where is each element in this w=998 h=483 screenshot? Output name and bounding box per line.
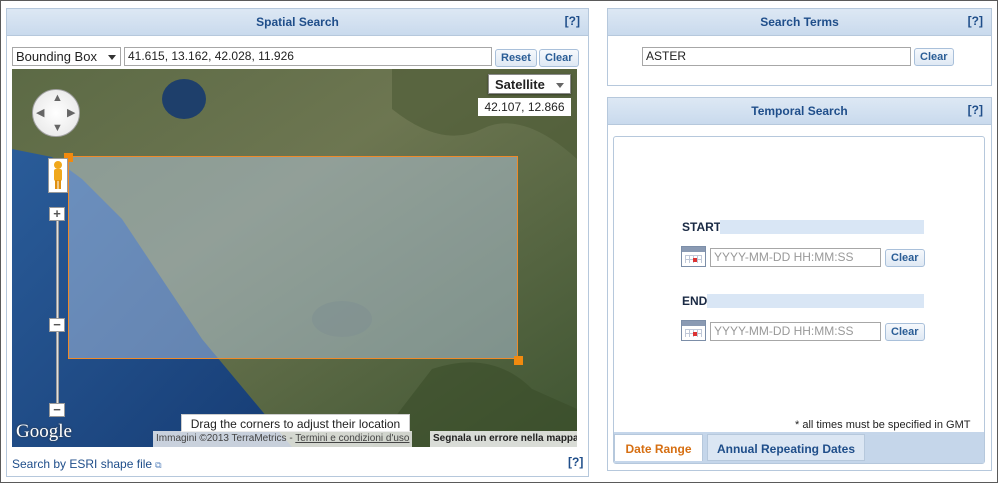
end-date-input[interactable]: YYYY-MM-DD HH:MM:SS	[710, 322, 881, 341]
spatial-search-header: Spatial Search [?]	[7, 9, 588, 36]
external-link-icon: ⧉	[155, 460, 162, 470]
map-type-label: Satellite	[495, 77, 545, 92]
pan-down-icon[interactable]: ▼	[52, 123, 63, 134]
pan-left-icon[interactable]: ◀	[36, 108, 44, 119]
esri-help-link[interactable]: [?]	[568, 455, 583, 469]
search-terms-title: Search Terms	[760, 15, 839, 29]
chevron-down-icon	[108, 55, 116, 60]
tab-annual-repeating-dates[interactable]: Annual Repeating Dates	[707, 434, 865, 461]
attribution-text: Immagini ©2013 TerraMetrics -	[156, 433, 296, 444]
esri-shapefile-link[interactable]: Search by ESRI shape file ⧉	[12, 457, 162, 471]
temporal-search-header: Temporal Search [?]	[608, 98, 991, 125]
chevron-down-icon	[556, 83, 564, 88]
pan-control[interactable]: ▲ ◀ ▶ ▼	[32, 89, 80, 137]
zoom-in-button[interactable]: +	[49, 207, 65, 221]
esri-link-label: Search by ESRI shape file	[12, 457, 153, 471]
street-view-pegman-icon[interactable]	[48, 158, 68, 193]
report-error-link[interactable]: Segnala un errore nella mappa	[430, 431, 577, 447]
bbox-corner-handle-se[interactable]	[514, 356, 523, 365]
map-type-button[interactable]: Satellite	[488, 74, 571, 94]
shape-type-select[interactable]: Bounding Box	[12, 47, 121, 66]
spatial-clear-button[interactable]: Clear	[539, 49, 579, 67]
cursor-coordinates: 42.107, 12.866	[478, 98, 571, 116]
drag-hint-tooltip: Drag the corners to adjust their locatio…	[181, 414, 410, 432]
reset-button[interactable]: Reset	[495, 49, 537, 67]
start-label-bar	[720, 220, 924, 234]
coordinates-input[interactable]: 41.615, 13.162, 42.028, 11.926	[124, 47, 492, 66]
gmt-note: * all times must be specified in GMT	[795, 419, 971, 431]
map-view[interactable]: Satellite 42.107, 12.866 ▲ ◀ ▶ ▼ + − − G…	[12, 69, 577, 447]
end-calendar-icon[interactable]	[681, 320, 706, 341]
temporal-help-link[interactable]: [?]	[968, 103, 983, 117]
search-terms-help-link[interactable]: [?]	[968, 14, 983, 28]
start-date-input[interactable]: YYYY-MM-DD HH:MM:SS	[710, 248, 881, 267]
start-label: START	[682, 220, 722, 234]
temporal-search-title: Temporal Search	[751, 104, 848, 118]
spatial-help-link[interactable]: [?]	[565, 14, 580, 28]
map-attribution: Immagini ©2013 TerraMetrics - Termini e …	[153, 431, 413, 447]
start-calendar-icon[interactable]	[681, 246, 706, 267]
end-label-bar	[707, 294, 924, 308]
zoom-slider-track[interactable]	[56, 219, 59, 409]
search-terms-clear-button[interactable]: Clear	[914, 48, 954, 66]
shape-type-value: Bounding Box	[16, 49, 97, 64]
zoom-out-button[interactable]: −	[49, 403, 65, 417]
pan-up-icon[interactable]: ▲	[52, 93, 63, 104]
bounding-box-overlay[interactable]	[68, 156, 518, 359]
search-terms-header: Search Terms [?]	[608, 9, 991, 36]
start-date-placeholder: YYYY-MM-DD HH:MM:SS	[714, 250, 854, 264]
zoom-slider-handle[interactable]: −	[49, 318, 65, 332]
pan-right-icon[interactable]: ▶	[67, 108, 75, 119]
spatial-search-title: Spatial Search	[256, 15, 339, 29]
tab-date-range[interactable]: Date Range	[614, 434, 703, 461]
search-terms-input[interactable]: ASTER	[642, 47, 911, 66]
end-clear-button[interactable]: Clear	[885, 323, 925, 341]
terms-link[interactable]: Termini e condizioni d'uso	[295, 433, 409, 444]
end-date-placeholder: YYYY-MM-DD HH:MM:SS	[714, 324, 854, 338]
google-logo: Google	[16, 421, 72, 442]
end-label: END	[682, 294, 708, 308]
start-clear-button[interactable]: Clear	[885, 249, 925, 267]
